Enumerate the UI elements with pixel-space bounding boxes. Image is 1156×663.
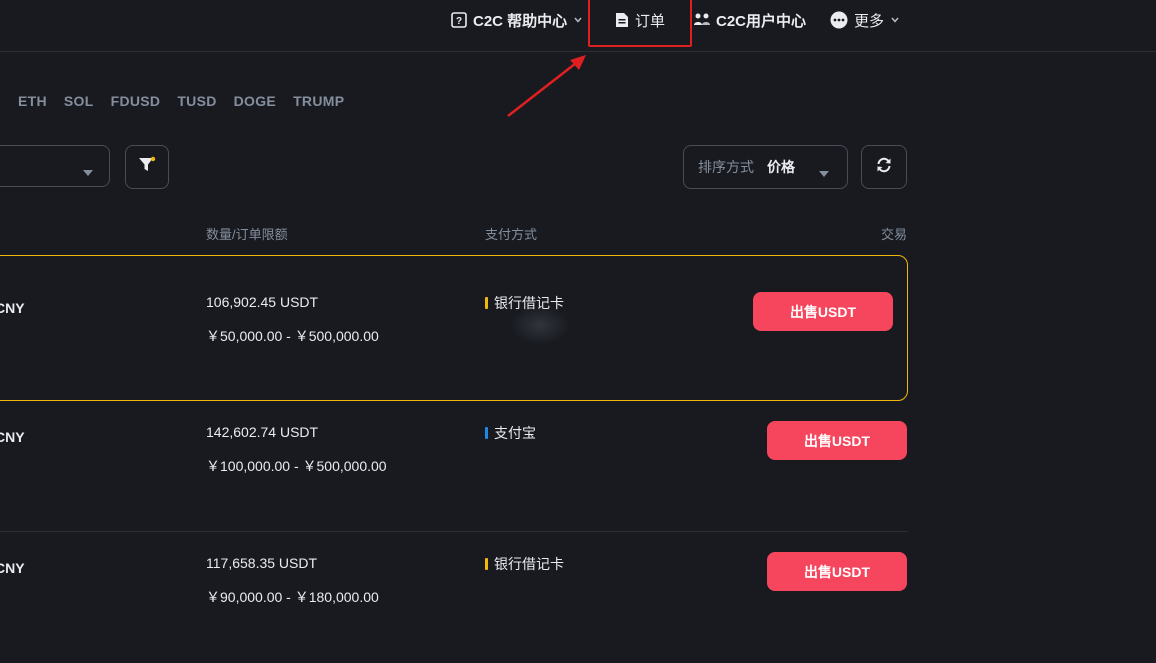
annotation-arrow: [507, 55, 586, 117]
row-fiat: CNY: [0, 300, 25, 316]
tab-tusd[interactable]: TUSD: [177, 93, 216, 109]
more-dots-icon: [830, 11, 848, 29]
refresh-button[interactable]: [861, 145, 907, 189]
row-payment-label: 银行借记卡: [494, 556, 564, 572]
tab-fdusd[interactable]: FDUSD: [111, 93, 161, 109]
filter-icon: [138, 156, 156, 179]
row-quantity: 142,602.74 USDT: [206, 424, 319, 440]
row-quantity: 106,902.45 USDT: [206, 294, 319, 310]
sort-label: 排序方式: [698, 159, 754, 175]
filter-button[interactable]: [125, 145, 169, 189]
column-header-amount: 数量/订单限额: [206, 227, 288, 242]
tab-eth[interactable]: ETH: [18, 93, 47, 109]
top-nav-bar: ? C2C 帮助中心 订单 C2C用户中心 更多: [0, 0, 1156, 52]
row-fiat: CNY: [0, 560, 25, 576]
svg-text:?: ?: [456, 16, 462, 27]
refresh-icon: [875, 156, 893, 179]
blurred-region: [510, 305, 570, 345]
row-limits: ￥50,000.00 - ￥500,000.00: [206, 328, 379, 344]
nav-user-center[interactable]: C2C用户中心: [694, 0, 806, 40]
payment-color-bar: [485, 427, 488, 439]
chevron-down-icon: [574, 17, 582, 23]
sell-usdt-button[interactable]: 出售USDT: [753, 292, 893, 331]
nav-more-label: 更多: [854, 12, 885, 30]
row-payment-label: 支付宝: [494, 425, 536, 441]
tab-sol[interactable]: SOL: [64, 93, 94, 109]
chevron-down-icon: [891, 17, 899, 23]
column-header-trade: 交易: [881, 227, 908, 242]
row-limits: ￥100,000.00 - ￥500,000.00: [206, 458, 387, 474]
row-payment-method: 银行借记卡: [485, 554, 564, 574]
sort-select[interactable]: 排序方式 价格: [683, 145, 848, 189]
row-limits: ￥90,000.00 - ￥180,000.00: [206, 589, 379, 605]
sell-usdt-button[interactable]: 出售USDT: [767, 421, 907, 460]
row-fiat: CNY: [0, 429, 25, 445]
tab-doge[interactable]: DOGE: [234, 93, 276, 109]
column-header-payment: 支付方式: [485, 227, 538, 242]
coin-tabs: ETH SOL FDUSD TUSD DOGE TRUMP: [18, 93, 361, 109]
caret-down-icon: [819, 164, 829, 182]
sort-value: 价格: [767, 159, 795, 175]
payment-color-bar: [485, 297, 488, 309]
nav-more[interactable]: 更多: [830, 0, 899, 40]
nav-user-center-label: C2C用户中心: [716, 12, 807, 30]
tab-trump[interactable]: TRUMP: [293, 93, 344, 109]
row-payment-method: 支付宝: [485, 423, 536, 443]
help-center-icon: ?: [451, 12, 467, 28]
payment-select[interactable]: [0, 145, 110, 187]
sell-usdt-button[interactable]: 出售USDT: [767, 552, 907, 591]
payment-color-bar: [485, 558, 488, 570]
caret-down-icon: [83, 163, 93, 181]
nav-help-center[interactable]: ? C2C 帮助中心: [451, 0, 582, 40]
row-quantity: 117,658.35 USDT: [206, 555, 318, 571]
annotation-highlight-box: [588, 0, 692, 47]
nav-help-label: C2C 帮助中心: [473, 12, 568, 30]
users-icon: [694, 12, 710, 28]
